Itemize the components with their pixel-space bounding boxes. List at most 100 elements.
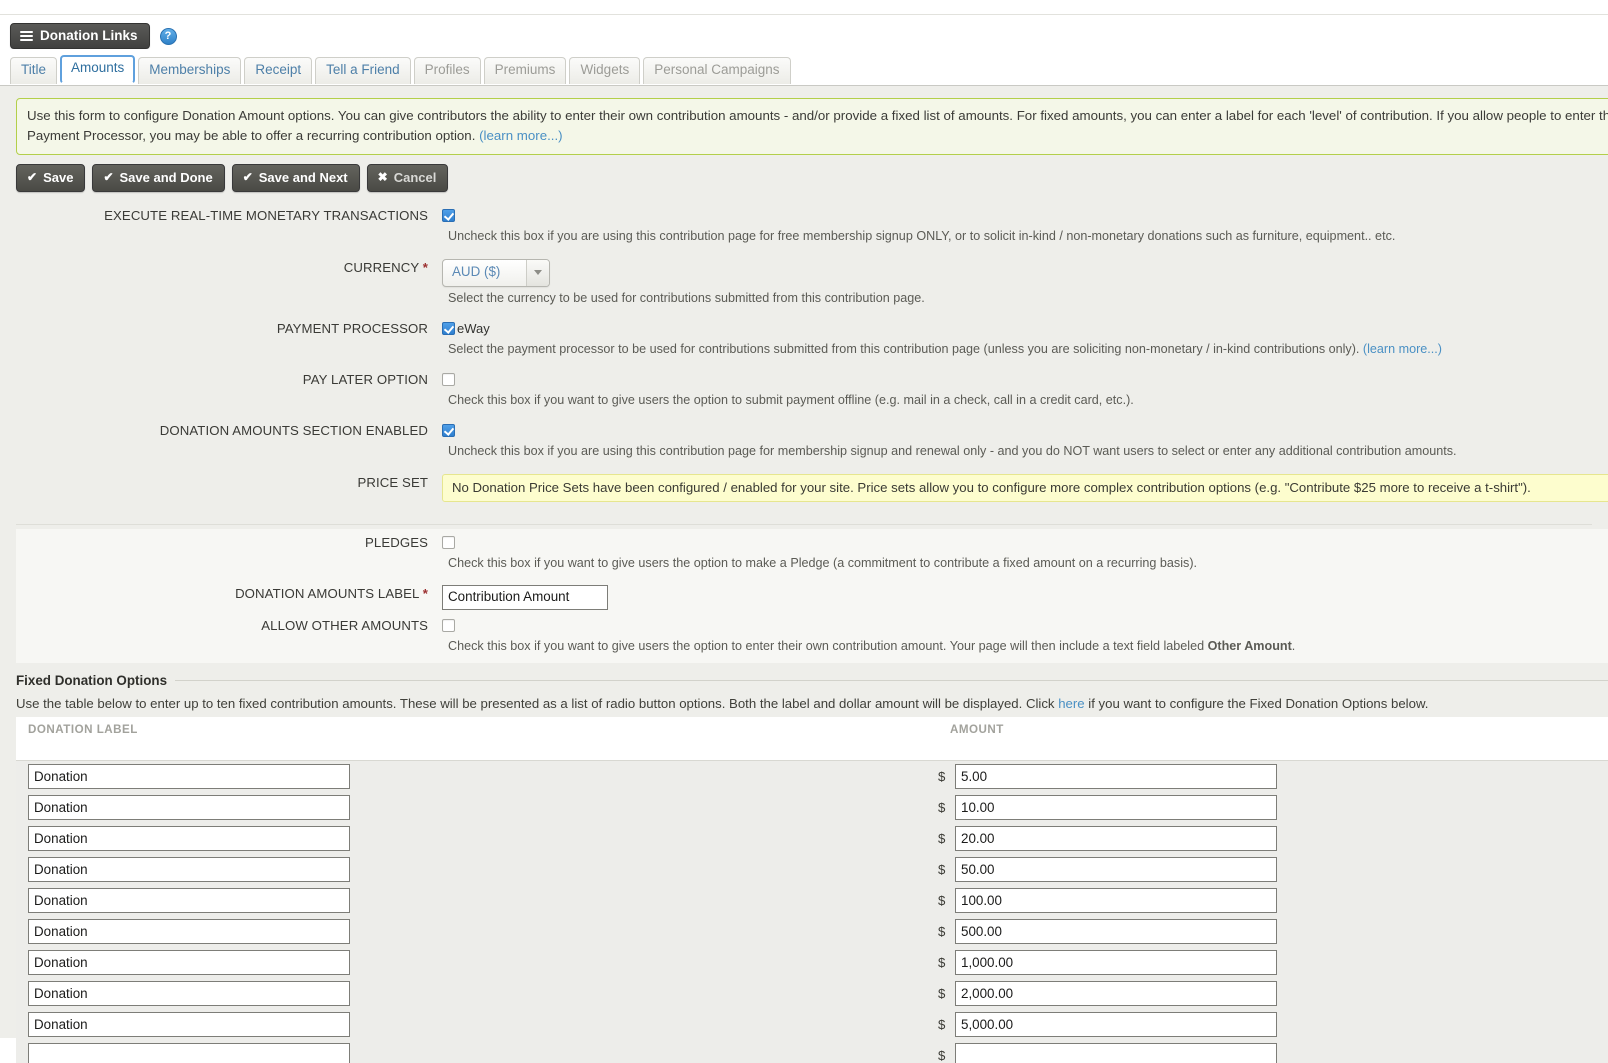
donation-amount-cell: $ xyxy=(938,823,1608,855)
tab-receipt[interactable]: Receipt xyxy=(244,57,313,84)
table-row: $ xyxy=(16,1040,1608,1063)
donation-amounts-label-input[interactable] xyxy=(442,584,608,610)
allow-other-help: Check this box if you want to give users… xyxy=(442,635,1608,661)
tab-profiles[interactable]: Profiles xyxy=(413,57,481,84)
tab-widgets[interactable]: Widgets xyxy=(569,57,641,84)
table-header-row: DONATION LABEL AMOUNT xyxy=(16,717,1608,762)
donation-label-cell xyxy=(16,916,938,948)
amounts-label-value xyxy=(436,580,1608,612)
tab-personal-campaigns[interactable]: Personal Campaigns xyxy=(643,57,791,84)
row-execute-realtime: EXECUTE REAL-TIME MONETARY TRANSACTIONS … xyxy=(16,202,1608,253)
currency-symbol: $ xyxy=(938,800,946,816)
allow-other-checkbox[interactable] xyxy=(442,618,455,632)
currency-select[interactable]: AUD ($) xyxy=(442,258,550,287)
fixed-options-instructions-after: if you want to configure the Fixed Donat… xyxy=(1084,696,1429,712)
donation-amount-input[interactable] xyxy=(955,795,1277,821)
fixed-donation-table-body: $ $ $ $ $ $ $ $ $ $ xyxy=(16,760,1608,1063)
donation-amount-cell: $ xyxy=(938,916,1608,948)
tab-premiums[interactable]: Premiums xyxy=(483,57,567,84)
tab-tell-a-friend[interactable]: Tell a Friend xyxy=(315,57,411,84)
donation-label-cell xyxy=(16,978,938,1010)
tab-title[interactable]: Title xyxy=(10,57,58,84)
payment-processor-checkbox[interactable] xyxy=(442,321,455,335)
donation-amount-cell: $ xyxy=(938,760,1608,793)
configure-here-link[interactable]: here xyxy=(1058,696,1084,711)
donation-amount-input[interactable] xyxy=(955,1012,1277,1038)
currency-select-value: AUD ($) xyxy=(452,263,501,279)
payment-processor-label: PAYMENT PROCESSOR xyxy=(276,320,428,336)
amounts-section-label: DONATION AMOUNTS SECTION ENABLED xyxy=(159,423,428,439)
allow-other-help-after: . xyxy=(1291,638,1296,653)
check-icon: ✔ xyxy=(242,170,253,185)
save-and-done-button-label: Save and Done xyxy=(119,169,213,185)
donation-label-input[interactable] xyxy=(28,950,350,976)
donation-amount-input[interactable] xyxy=(955,950,1277,976)
donation-label-cell xyxy=(16,760,938,793)
settings-form-secondary: PLEDGES Check this box if you want to gi… xyxy=(16,528,1608,664)
donation-label-input[interactable] xyxy=(28,764,350,790)
currency-symbol: $ xyxy=(938,986,946,1002)
currency-symbol: $ xyxy=(938,831,946,847)
tab-list: Title Amounts Memberships Receipt Tell a… xyxy=(10,55,1608,84)
donation-amount-input[interactable] xyxy=(955,826,1277,852)
donation-label-input[interactable] xyxy=(28,826,350,852)
tab-amounts[interactable]: Amounts xyxy=(60,55,136,84)
donation-label-input[interactable] xyxy=(28,795,350,821)
help-circle-icon[interactable]: ? xyxy=(159,27,177,45)
execute-realtime-value: Uncheck this box if you are using this c… xyxy=(436,202,1608,253)
top-strip xyxy=(0,0,1608,15)
row-amounts-label: DONATION AMOUNTS LABEL * xyxy=(16,580,1608,612)
payment-processor-learn-more-link[interactable]: (learn more...) xyxy=(1363,342,1442,356)
form-group-secondary: PLEDGES Check this box if you want to gi… xyxy=(16,528,1608,664)
pledges-value: Check this box if you want to give users… xyxy=(436,529,1608,580)
save-and-next-button[interactable]: ✔ Save and Next xyxy=(231,163,360,193)
donation-label-input[interactable] xyxy=(28,919,350,945)
content-area: Use this form to configure Donation Amou… xyxy=(0,98,1608,1063)
donation-label-input[interactable] xyxy=(28,1043,350,1063)
table-row: $ xyxy=(16,823,1608,855)
page-title-badge[interactable]: Donation Links xyxy=(10,23,150,49)
donation-amount-input[interactable] xyxy=(955,888,1277,914)
execute-realtime-checkbox[interactable] xyxy=(442,209,455,223)
cancel-button[interactable]: ✖ Cancel xyxy=(366,163,449,193)
save-button[interactable]: ✔ Save xyxy=(16,163,86,193)
donation-label-input[interactable] xyxy=(28,981,350,1007)
donation-amount-cell: $ xyxy=(938,792,1608,824)
donation-label-input[interactable] xyxy=(28,888,350,914)
currency-required-marker: * xyxy=(422,259,428,275)
price-set-value: No Donation Price Sets have been configu… xyxy=(436,469,1608,518)
amounts-section-value: Uncheck this box if you are using this c… xyxy=(436,417,1608,468)
tab-memberships[interactable]: Memberships xyxy=(138,57,242,84)
donation-amount-input[interactable] xyxy=(955,919,1277,945)
save-and-done-button[interactable]: ✔ Save and Done xyxy=(92,163,225,193)
table-row: $ xyxy=(16,916,1608,948)
top-button-row: ✔ Save ✔ Save and Done ✔ Save and Next ✖… xyxy=(0,155,1608,193)
amounts-section-checkbox[interactable] xyxy=(442,424,455,438)
save-button-label: Save xyxy=(43,169,74,185)
pay-later-checkbox[interactable] xyxy=(442,373,455,387)
form-group-primary: EXECUTE REAL-TIME MONETARY TRANSACTIONS … xyxy=(16,202,1608,518)
table-row: $ xyxy=(16,978,1608,1010)
allow-other-label: ALLOW OTHER AMOUNTS xyxy=(261,617,428,633)
fixed-options-instructions: Use the table below to enter up to ten f… xyxy=(16,688,1608,717)
donation-amount-input[interactable] xyxy=(955,857,1277,883)
donation-label-input[interactable] xyxy=(28,857,350,883)
table-row: $ xyxy=(16,1009,1608,1041)
pledges-checkbox[interactable] xyxy=(442,535,455,549)
price-set-warning: No Donation Price Sets have been configu… xyxy=(442,473,1608,502)
chevron-down-icon xyxy=(526,259,549,286)
learn-more-link[interactable]: (learn more...) xyxy=(479,128,563,143)
form-instructions-banner: Use this form to configure Donation Amou… xyxy=(16,98,1608,155)
donation-amount-input[interactable] xyxy=(955,1043,1277,1063)
donation-amount-input[interactable] xyxy=(955,764,1277,790)
donation-label-cell xyxy=(16,823,938,855)
row-allow-other-amounts: ALLOW OTHER AMOUNTS Check this box if yo… xyxy=(16,612,1608,663)
currency-symbol: $ xyxy=(938,1048,946,1063)
donation-label-cell xyxy=(16,885,938,917)
table-row: $ xyxy=(16,885,1608,917)
cancel-button-label: Cancel xyxy=(393,169,437,185)
currency-symbol: $ xyxy=(938,1017,946,1033)
execute-realtime-help: Uncheck this box if you are using this c… xyxy=(448,229,1396,244)
donation-amount-input[interactable] xyxy=(955,981,1277,1007)
donation-label-input[interactable] xyxy=(28,1012,350,1038)
